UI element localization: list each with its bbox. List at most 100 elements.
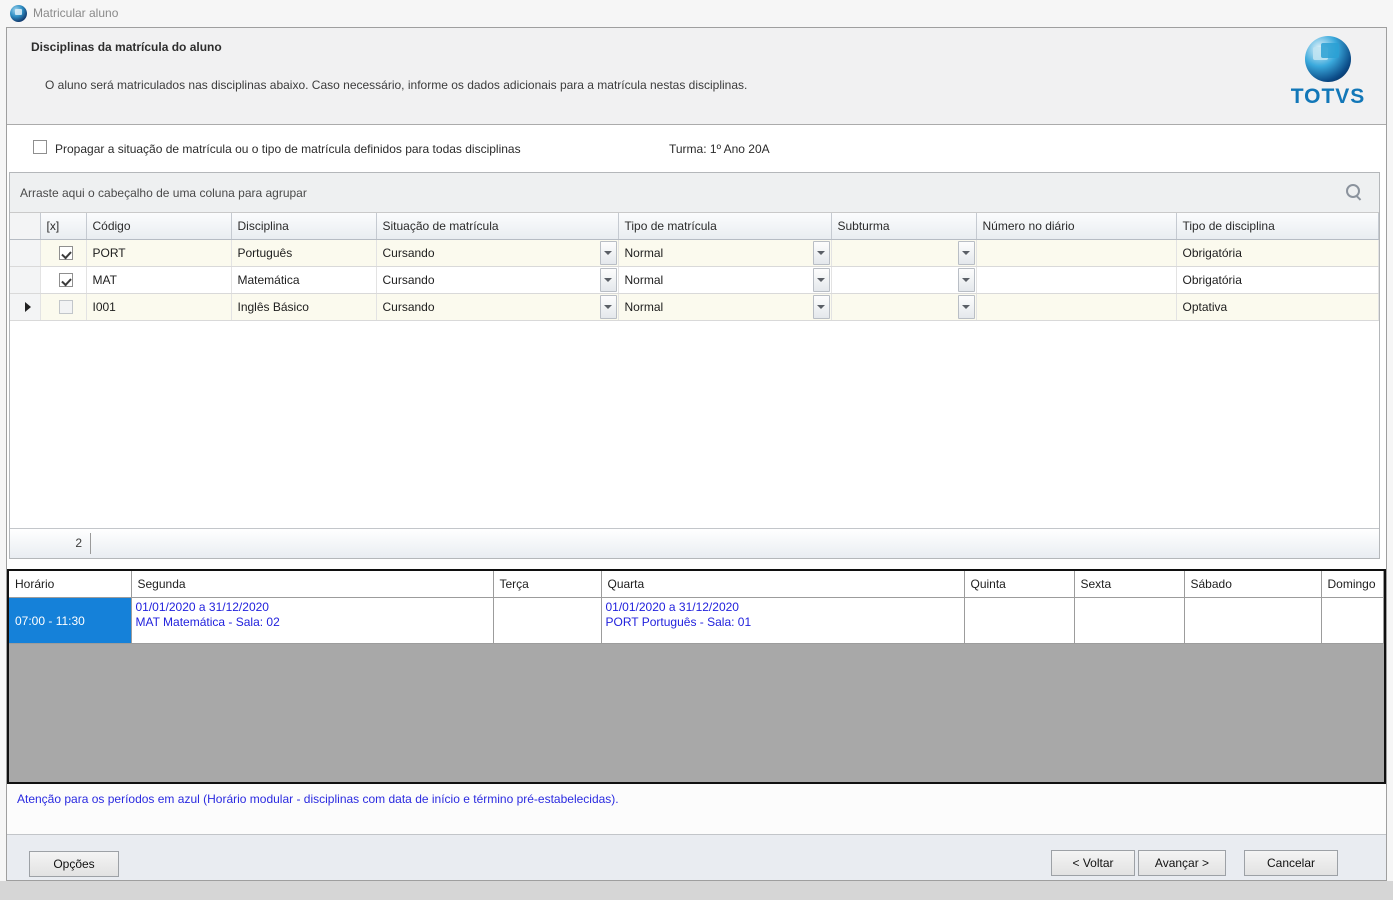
sched-col-segunda: Segunda [131,571,494,598]
sched-col-terca: Terça [493,571,602,598]
situacao-cell[interactable]: Cursando [376,293,619,321]
tipo-matricula-cell[interactable]: Normal [618,239,832,267]
table-header-row: [x] Código Disciplina Situação de matríc… [10,213,1379,240]
chevron-down-icon[interactable] [812,267,830,292]
col-header-tipo-matricula[interactable]: Tipo de matrícula [618,213,832,240]
tipo-matricula-value: Normal [624,299,664,314]
col-header-codigo[interactable]: Código [86,213,232,240]
codigo-cell[interactable]: MAT [86,266,232,294]
chevron-down-icon[interactable] [599,240,617,265]
main-panel: Disciplinas da matrícula do aluno O alun… [6,27,1387,881]
schedule-header-row: Horário Segunda Terça Quarta Quinta Sext… [9,571,1384,598]
chevron-down-icon[interactable] [957,240,975,265]
avancar-button[interactable]: Avançar > [1138,850,1226,876]
row-indicator-cell [10,266,41,294]
totvs-sphere-icon [10,5,27,22]
window: Matricular aluno Disciplinas da matrícul… [0,0,1393,900]
tipo-disciplina-cell[interactable]: Optativa [1176,293,1379,321]
tipo-matricula-cell[interactable]: Normal [618,266,832,294]
situacao-value: Cursando [382,299,435,314]
row-indicator-header [10,213,41,240]
select-cell[interactable] [40,266,87,294]
row-checkbox[interactable] [59,273,73,288]
disciplina-cell[interactable]: Inglês Básico [231,293,377,321]
totvs-logo-text: TOTVS [1290,85,1366,108]
propagate-checkbox[interactable] [33,140,47,154]
time-slot-cell: 07:00 - 11:30 [9,597,132,644]
period-line: 01/01/2020 a 31/12/2020 [135,599,269,614]
voltar-button[interactable]: < Voltar [1051,850,1135,876]
notice-panel: Atenção para os períodos em azul (Horári… [7,784,1386,834]
sched-col-quarta: Quarta [601,571,965,598]
class-line: MAT Matemática - Sala: 02 [135,614,280,629]
window-bottom-edge [0,881,1393,900]
wizard-header: Disciplinas da matrícula do aluno O alun… [7,28,1386,125]
table-row[interactable]: PORT Português Cursando Normal Obrigatór… [10,239,1379,267]
disciplina-cell[interactable]: Matemática [231,266,377,294]
disciplina-cell[interactable]: Português [231,239,377,267]
totvs-logo: TOTVS [1280,34,1376,120]
title-bar: Matricular aluno [0,0,1393,27]
notice-text: Atenção para os períodos em azul (Horári… [17,792,619,806]
chevron-down-icon[interactable] [599,267,617,292]
schedule-row: 07:00 - 11:30 01/01/2020 a 31/12/2020 MA… [9,597,1384,644]
col-header-subturma[interactable]: Subturma [831,213,977,240]
chevron-down-icon[interactable] [599,294,617,319]
table-row[interactable]: I001 Inglês Básico Cursando Normal Optat… [10,293,1379,321]
row-checkbox[interactable] [59,246,73,261]
selected-count: 2 [75,536,82,550]
numero-diario-cell[interactable] [976,239,1177,267]
table-row[interactable]: MAT Matemática Cursando Normal Obrigatór… [10,266,1379,294]
search-icon[interactable] [1345,183,1363,201]
subturma-cell[interactable] [831,239,977,267]
tipo-disciplina-cell[interactable]: Obrigatória [1176,266,1379,294]
situacao-value: Cursando [382,272,435,287]
terca-cell [493,597,602,644]
quinta-cell [964,597,1075,644]
sched-col-sexta: Sexta [1074,571,1185,598]
group-by-bar[interactable]: Arraste aqui o cabeçalho de uma coluna p… [10,173,1379,213]
schedule-panel: Horário Segunda Terça Quarta Quinta Sext… [7,569,1386,784]
sched-col-domingo: Domingo [1321,571,1384,598]
col-header-numero-diario[interactable]: Número no diário [976,213,1177,240]
disciplines-table: [x] Código Disciplina Situação de matríc… [10,213,1379,321]
numero-diario-cell[interactable] [976,293,1177,321]
window-title: Matricular aluno [33,6,119,20]
select-cell[interactable] [40,239,87,267]
tipo-disciplina-cell[interactable]: Obrigatória [1176,239,1379,267]
col-header-tipo-disciplina[interactable]: Tipo de disciplina [1176,213,1379,240]
situacao-cell[interactable]: Cursando [376,266,619,294]
schedule-table: Horário Segunda Terça Quarta Quinta Sext… [9,571,1384,644]
tipo-matricula-value: Normal [624,272,664,287]
col-header-disciplina[interactable]: Disciplina [231,213,377,240]
chevron-down-icon[interactable] [812,240,830,265]
disciplines-grid: Arraste aqui o cabeçalho de uma coluna p… [9,172,1380,559]
segunda-cell: 01/01/2020 a 31/12/2020 MAT Matemática -… [131,597,494,644]
chevron-down-icon[interactable] [957,267,975,292]
row-checkbox[interactable] [59,300,73,315]
codigo-cell[interactable]: PORT [86,239,232,267]
turma-label: Turma: 1º Ano 20A [669,142,770,156]
subturma-cell[interactable] [831,266,977,294]
chevron-down-icon[interactable] [812,294,830,319]
sexta-cell [1074,597,1185,644]
col-header-select[interactable]: [x] [40,213,87,240]
select-cell[interactable] [40,293,87,321]
opcoes-button[interactable]: Opções [29,851,119,877]
totvs-logo-icon [1305,36,1351,82]
numero-diario-cell[interactable] [976,266,1177,294]
situacao-cell[interactable]: Cursando [376,239,619,267]
codigo-cell[interactable]: I001 [86,293,232,321]
domingo-cell [1321,597,1384,644]
row-indicator-cell [10,239,41,267]
row-indicator-cell [10,293,41,321]
class-line: PORT Português - Sala: 01 [605,614,752,629]
chevron-down-icon[interactable] [957,294,975,319]
cancelar-button[interactable]: Cancelar [1244,850,1338,876]
subturma-cell[interactable] [831,293,977,321]
col-header-situacao[interactable]: Situação de matrícula [376,213,619,240]
propagate-label: Propagar a situação de matrícula ou o ti… [55,142,521,156]
sabado-cell [1184,597,1322,644]
grid-footer: 2 [10,528,1379,558]
tipo-matricula-cell[interactable]: Normal [618,293,832,321]
